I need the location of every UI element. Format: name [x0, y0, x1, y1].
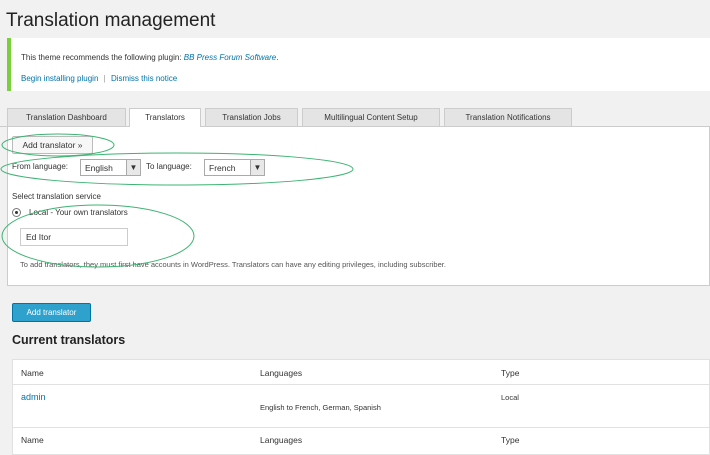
translator-admin-link[interactable]: admin: [21, 392, 46, 402]
chevron-down-icon: ▼: [250, 160, 264, 175]
tab-translation-dashboard[interactable]: Translation Dashboard: [7, 108, 126, 126]
add-translator-toggle[interactable]: Add translator »: [12, 136, 93, 154]
footer-header-type: Type: [501, 435, 520, 445]
from-language-select[interactable]: English ▼: [80, 159, 141, 176]
to-language-label: To language:: [146, 162, 192, 171]
footer-divider: [13, 427, 710, 428]
column-header-type: Type: [501, 368, 520, 378]
local-service-radio[interactable]: [12, 208, 21, 217]
column-header-name: Name: [21, 368, 44, 378]
tab-translators[interactable]: Translators: [129, 108, 201, 127]
notice-message: This theme recommends the following plug…: [21, 53, 278, 62]
translator-name-input[interactable]: [20, 228, 128, 246]
translators-table: Name Languages Type admin English to Fre…: [12, 359, 710, 455]
dismiss-notice-link[interactable]: Dismiss this notice: [111, 74, 177, 83]
to-language-select[interactable]: French ▼: [204, 159, 265, 176]
plugin-notice: This theme recommends the following plug…: [7, 38, 710, 91]
tab-translation-notifications[interactable]: Translation Notifications: [444, 108, 572, 126]
from-language-label: From language:: [12, 162, 69, 171]
to-language-value: French: [209, 163, 236, 173]
translator-type-cell: Local: [501, 393, 519, 402]
from-language-value: English: [85, 163, 113, 173]
footer-header-languages: Languages: [260, 435, 303, 445]
plugin-link[interactable]: BB Press Forum Software: [184, 53, 276, 62]
tab-translation-jobs[interactable]: Translation Jobs: [205, 108, 298, 126]
page-title: Translation management: [6, 10, 216, 31]
service-heading: Select translation service: [12, 192, 101, 201]
notice-period: .: [276, 53, 279, 62]
translator-languages-cell: English to French, German, Spanish: [260, 403, 381, 412]
notice-actions: Begin installing plugin | Dismiss this n…: [21, 74, 177, 83]
translator-name-cell: admin: [21, 392, 46, 402]
chevron-down-icon: ▼: [126, 160, 140, 175]
column-header-languages: Languages: [260, 368, 303, 378]
header-divider: [13, 384, 710, 385]
add-translator-button[interactable]: Add translator: [12, 303, 91, 322]
begin-installing-link[interactable]: Begin installing plugin: [21, 74, 98, 83]
local-service-label: Local - Your own translators: [29, 208, 128, 217]
notice-message-text: This theme recommends the following plug…: [21, 53, 182, 62]
help-text: To add translators, they must first have…: [20, 260, 446, 269]
current-translators-heading: Current translators: [12, 333, 126, 347]
tab-multilingual-content-setup[interactable]: Multilingual Content Setup: [302, 108, 440, 126]
footer-header-name: Name: [21, 435, 44, 445]
notice-separator: |: [103, 74, 106, 83]
